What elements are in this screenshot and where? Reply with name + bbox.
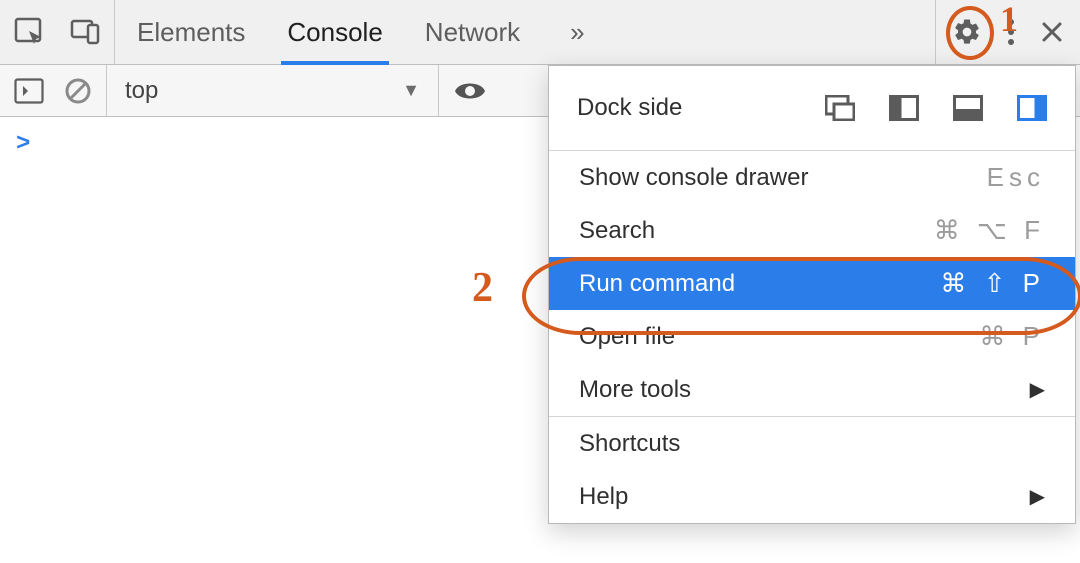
menu-item-shortcut: Esc [987, 162, 1045, 193]
menu-item-label: Run command [579, 270, 735, 298]
dock-side-label: Dock side [577, 94, 682, 122]
overflow-menu: Dock side [548, 65, 1076, 524]
menu-search[interactable]: Search ⌘ ⌥ F [549, 204, 1075, 257]
more-vert-icon[interactable] [1006, 18, 1016, 46]
menu-run-command[interactable]: Run command ⌘ ⇧ P [549, 257, 1075, 310]
console-toolbar-rest [439, 65, 501, 116]
dock-right-icon[interactable] [1017, 95, 1047, 121]
tab-console[interactable]: Console [287, 0, 382, 64]
menu-item-shortcut: ⌘ P [979, 321, 1045, 352]
menu-item-label: Show console drawer [579, 164, 808, 192]
menu-item-shortcut: ⌘ ⇧ P [940, 268, 1045, 299]
console-prompt: > [16, 131, 30, 158]
sidebar-toggle-icon[interactable] [14, 78, 44, 104]
device-toolbar-icon[interactable] [70, 17, 100, 47]
caret-down-icon: ▼ [402, 80, 420, 101]
dock-left-icon[interactable] [889, 95, 919, 121]
menu-open-file[interactable]: Open file ⌘ P [549, 310, 1075, 363]
menu-more-tools[interactable]: More tools ▶ [549, 363, 1075, 416]
dock-side-row: Dock side [549, 66, 1075, 150]
tab-elements[interactable]: Elements [137, 0, 245, 64]
context-selector-label: top [125, 77, 158, 105]
tabbar-tabs: Elements Console Network » [115, 0, 935, 64]
menu-item-label: Shortcuts [579, 430, 680, 458]
chevron-right-icon: ▶ [1030, 377, 1045, 402]
tabbar-left-controls [0, 0, 115, 64]
menu-item-shortcut: ⌘ ⌥ F [934, 215, 1045, 246]
menu-shortcuts[interactable]: Shortcuts [549, 417, 1075, 470]
dock-options [825, 95, 1047, 121]
clear-console-icon[interactable] [64, 77, 92, 105]
chevron-right-icon: ▶ [1030, 484, 1045, 509]
tab-overflow-icon[interactable]: » [570, 17, 584, 48]
dock-bottom-icon[interactable] [953, 95, 983, 121]
devtools-tabbar: Elements Console Network » [0, 0, 1080, 65]
console-toolbar-left [0, 65, 107, 116]
menu-item-label: More tools [579, 376, 691, 404]
tab-network[interactable]: Network [425, 0, 520, 64]
close-icon[interactable] [1040, 20, 1064, 44]
inspect-element-icon[interactable] [14, 17, 46, 47]
menu-item-label: Help [579, 483, 628, 511]
menu-item-label: Open file [579, 323, 675, 351]
live-expression-icon[interactable] [453, 79, 487, 103]
annotation-label-2: 2 [472, 264, 493, 312]
tabbar-right-controls [935, 0, 1080, 64]
menu-help[interactable]: Help ▶ [549, 470, 1075, 523]
menu-show-console-drawer[interactable]: Show console drawer Esc [549, 151, 1075, 204]
menu-item-label: Search [579, 217, 655, 245]
gear-icon[interactable] [952, 17, 982, 47]
dock-undock-icon[interactable] [825, 95, 855, 121]
context-selector[interactable]: top ▼ [107, 65, 439, 116]
